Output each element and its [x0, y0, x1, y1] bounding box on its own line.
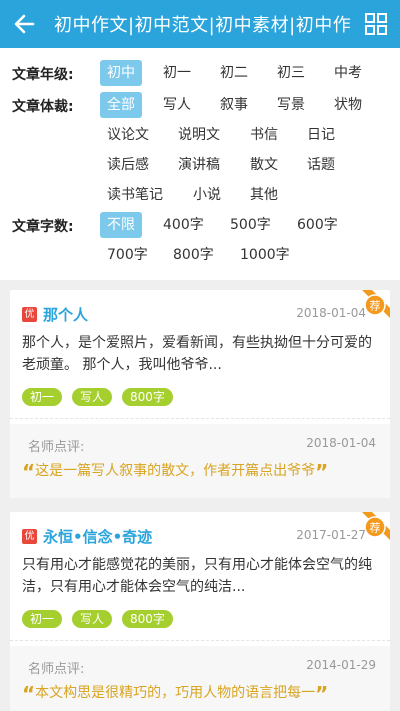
genre-tag[interactable]: 写人 — [72, 388, 113, 406]
recommend-label: 荐 — [370, 300, 381, 313]
recommend-ribbon-icon: 荐 — [362, 512, 390, 540]
wordcount-option[interactable]: 400字 — [156, 212, 211, 238]
genre-tag[interactable]: 写人 — [72, 610, 113, 628]
category-menu-button[interactable] — [352, 0, 400, 48]
wordcount-tag[interactable]: 800字 — [122, 610, 173, 628]
genre-option[interactable]: 写景 — [270, 92, 312, 118]
grade-filter-label: 文章年级: — [12, 67, 74, 83]
grade-option[interactable]: 初三 — [270, 60, 312, 86]
genre-option[interactable]: 书信 — [243, 122, 285, 148]
genre-option[interactable]: 读后感 — [100, 152, 156, 178]
wordcount-filter-label: 文章字数: — [12, 219, 74, 235]
grade-option[interactable]: 中考 — [327, 60, 369, 86]
genre-option[interactable]: 其他 — [243, 182, 285, 208]
review-label: 名师点评: — [28, 440, 85, 455]
open-quote-icon: “ — [22, 682, 36, 706]
divider — [10, 640, 390, 641]
review-label: 名师点评: — [28, 662, 85, 677]
wordcount-option[interactable]: 700字 — [100, 242, 155, 268]
genre-option[interactable]: 读书笔记 — [100, 182, 170, 208]
genre-option[interactable]: 全部 — [100, 92, 142, 118]
review-text: 这是一篇写人叙事的散文，作者开篇点出爷爷 — [35, 463, 316, 479]
open-quote-icon: “ — [22, 460, 36, 484]
article-header: 优 那个人 — [22, 304, 88, 325]
article-excerpt: 只有用心才能感觉花的美丽，只有用心才能体会空气的纯洁，只有用心才能体会空气的纯洁… — [22, 557, 372, 595]
review-quote: “本文构思是很精巧的，巧用人物的语言把每一” — [22, 682, 378, 706]
recommend-label: 荐 — [370, 522, 381, 535]
review-quote: “这是一篇写人叙事的散文，作者开篇点出爷爷” — [22, 460, 378, 484]
filter-panel: 文章年级: 初中 初一 初二 初三 中考 文章体裁: 全部 写人 叙事 写景 状… — [0, 48, 400, 280]
teacher-review: 名师点评: 2018-01-04 “这是一篇写人叙事的散文，作者开篇点出爷爷” — [10, 424, 390, 498]
genre-option[interactable]: 状物 — [327, 92, 369, 118]
genre-option[interactable]: 写人 — [156, 92, 198, 118]
recommend-ribbon-icon: 荐 — [362, 290, 390, 318]
genre-option[interactable]: 叙事 — [213, 92, 255, 118]
article-header: 优 永恒•信念•奇迹 — [22, 526, 152, 547]
teacher-review: 名师点评: 2014-01-29 “本文构思是很精巧的，巧用人物的语言把每一” — [10, 646, 390, 711]
genre-option[interactable]: 议论文 — [100, 122, 156, 148]
excellent-badge: 优 — [22, 307, 37, 322]
genre-option[interactable]: 说明文 — [171, 122, 227, 148]
arrow-left-icon — [14, 14, 35, 34]
article-card[interactable]: 优 永恒•信念•奇迹 2017-01-27 荐 只有用心才能感觉花的美丽，只有用… — [10, 512, 390, 711]
wordcount-option[interactable]: 800字 — [166, 242, 221, 268]
genre-filter-label: 文章体裁: — [12, 99, 74, 115]
article-excerpt: 那个人，是个爱照片，爱看新闻，有些执拗但十分可爱的老顽童。 那个人，我叫他爷爷.… — [22, 335, 372, 373]
wordcount-option[interactable]: 500字 — [223, 212, 278, 238]
page-title: 初中作文|初中范文|初中素材|初中作文大全 — [54, 15, 352, 36]
wordcount-tag[interactable]: 800字 — [122, 388, 173, 406]
wordcount-option[interactable]: 600字 — [290, 212, 345, 238]
grade-tag[interactable]: 初一 — [22, 388, 63, 406]
genre-option[interactable]: 小说 — [186, 182, 228, 208]
grade-option[interactable]: 初一 — [156, 60, 198, 86]
article-tags: 初一 写人 800字 — [22, 388, 173, 406]
wordcount-option[interactable]: 不限 — [100, 212, 142, 238]
back-button[interactable] — [0, 0, 48, 48]
genre-option[interactable]: 演讲稿 — [171, 152, 227, 178]
excellent-badge: 优 — [22, 529, 37, 544]
grade-option[interactable]: 初中 — [100, 60, 142, 86]
article-title[interactable]: 那个人 — [43, 304, 88, 325]
wordcount-option[interactable]: 1000字 — [233, 242, 297, 268]
grade-option[interactable]: 初二 — [213, 60, 255, 86]
divider — [10, 418, 390, 419]
close-quote-icon: ” — [315, 682, 329, 706]
article-card[interactable]: 优 那个人 2018-01-04 荐 那个人，是个爱照片，爱看新闻，有些执拗但十… — [10, 290, 390, 498]
top-bar: 初中作文|初中范文|初中素材|初中作文大全 — [0, 0, 400, 48]
review-text: 本文构思是很精巧的，巧用人物的语言把每一 — [35, 685, 316, 701]
article-tags: 初一 写人 800字 — [22, 610, 173, 628]
close-quote-icon: ” — [315, 460, 329, 484]
grid-icon — [365, 13, 387, 35]
genre-option[interactable]: 话题 — [300, 152, 342, 178]
genre-option[interactable]: 散文 — [243, 152, 285, 178]
article-title[interactable]: 永恒•信念•奇迹 — [43, 526, 152, 547]
review-date: 2018-01-04 — [306, 436, 376, 450]
review-date: 2014-01-29 — [306, 658, 376, 672]
grade-tag[interactable]: 初一 — [22, 610, 63, 628]
genre-option[interactable]: 日记 — [300, 122, 342, 148]
